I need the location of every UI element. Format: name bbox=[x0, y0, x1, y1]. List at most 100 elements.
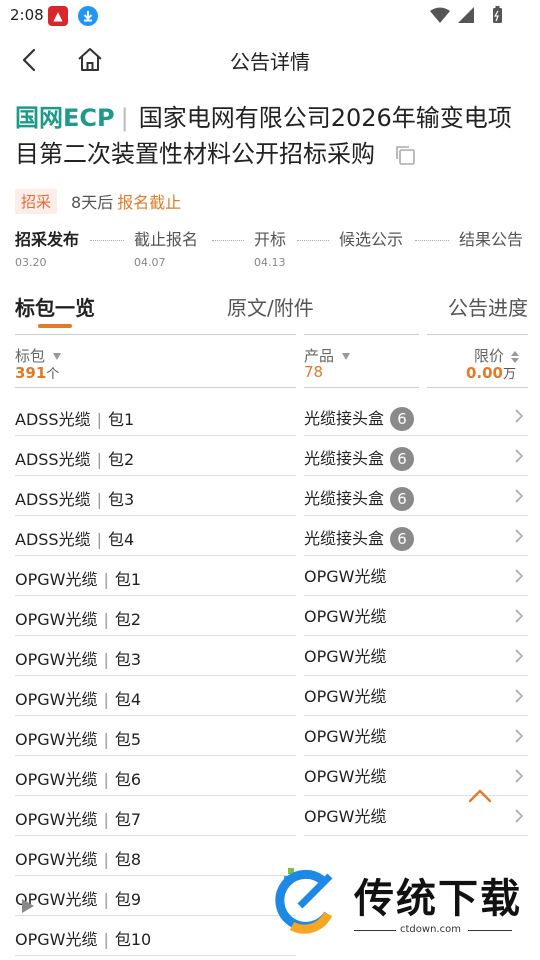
system-status-icons bbox=[430, 6, 502, 23]
progress-timeline: 招采发布 03.20 截止报名 04.07 开标 04.13 候选公示 结果公告 bbox=[0, 226, 540, 282]
active-tab-indicator bbox=[38, 324, 72, 328]
timeline-connector bbox=[212, 240, 244, 241]
notice-meta: 招采 8天后 报名截止 bbox=[15, 188, 181, 214]
row-product: OPGW光缆 bbox=[304, 807, 387, 826]
category-badge: 招采 bbox=[15, 188, 58, 214]
table-row[interactable]: ADSS光缆 | 包3 光缆接头盒 6 bbox=[0, 476, 540, 516]
row-divider bbox=[15, 955, 296, 956]
timeline-connector bbox=[297, 240, 329, 241]
tab-packages[interactable]: 标包一览 bbox=[15, 292, 95, 321]
filter-bar: 标包 391个 产品 78 限价 0.00万 bbox=[0, 334, 540, 388]
notice-headline: 国网ECP | 国家电网有限公司2026年输变电项目第二次装置性材料公开招标采购 bbox=[15, 100, 530, 172]
row-package-number: 包4 bbox=[107, 530, 135, 549]
row-package-number: 包7 bbox=[114, 810, 142, 829]
row-package-name: ADSS光缆 bbox=[15, 410, 91, 429]
tab-bar: 标包一览 原文/附件 公告进度 bbox=[0, 284, 540, 332]
table-row[interactable]: OPGW光缆 | 包5 OPGW光缆 bbox=[0, 716, 540, 756]
row-package-name: ADSS光缆 bbox=[15, 490, 91, 509]
timeline-date-deadline: 04.07 bbox=[134, 256, 166, 269]
row-package-name: OPGW光缆 bbox=[15, 770, 98, 789]
table-row[interactable]: OPGW光缆 | 包4 OPGW光缆 bbox=[0, 676, 540, 716]
chevron-right-icon bbox=[515, 649, 524, 663]
row-package-name: OPGW光缆 bbox=[15, 690, 98, 709]
row-product: 光缆接头盒 bbox=[304, 409, 385, 428]
row-count-badge: 6 bbox=[390, 447, 415, 471]
row-product: OPGW光缆 bbox=[304, 647, 387, 666]
row-product: 光缆接头盒 bbox=[304, 449, 385, 468]
timeline-stage-candidates: 候选公示 bbox=[339, 230, 404, 249]
download-icon bbox=[78, 6, 98, 26]
chevron-right-icon bbox=[515, 769, 524, 783]
scroll-to-top-icon[interactable] bbox=[466, 786, 494, 806]
row-package-number: 包4 bbox=[114, 690, 142, 709]
row-package-number: 包1 bbox=[107, 410, 135, 429]
deadline-status: 报名截止 bbox=[117, 193, 182, 212]
chevron-right-icon bbox=[515, 569, 524, 583]
row-package-name: OPGW光缆 bbox=[15, 570, 98, 589]
row-package-name: OPGW光缆 bbox=[15, 610, 98, 629]
row-count-badge: 6 bbox=[390, 407, 415, 431]
funnel-icon bbox=[342, 353, 351, 360]
price-unit: 万 bbox=[502, 367, 516, 382]
app-notification-icon: ▲ bbox=[48, 6, 68, 26]
copy-icon[interactable] bbox=[393, 143, 417, 167]
price-filter[interactable]: 限价 0.00万 bbox=[427, 334, 528, 388]
row-package-number: 包1 bbox=[114, 570, 142, 589]
row-package-number: 包10 bbox=[114, 930, 152, 949]
row-product: 光缆接头盒 bbox=[304, 489, 385, 508]
row-package-number: 包2 bbox=[107, 450, 135, 469]
timeline-stage-opening: 开标 bbox=[254, 230, 287, 249]
watermark: 传统下载 ctdown.com bbox=[262, 862, 532, 942]
chevron-right-icon bbox=[515, 529, 524, 543]
table-row[interactable]: ADSS光缆 | 包2 光缆接头盒 6 bbox=[0, 436, 540, 476]
watermark-rule bbox=[468, 930, 512, 931]
days-left: 8天后 bbox=[71, 193, 114, 212]
table-row[interactable]: OPGW光缆 | 包2 OPGW光缆 bbox=[0, 596, 540, 636]
row-package-number: 包6 bbox=[114, 770, 142, 789]
watermark-title: 传统下载 bbox=[354, 876, 522, 922]
timeline-date-opening: 04.13 bbox=[254, 256, 286, 269]
chevron-right-icon bbox=[515, 409, 524, 423]
row-package-number: 包5 bbox=[114, 730, 142, 749]
brand-separator: | bbox=[120, 104, 129, 132]
row-product: OPGW光缆 bbox=[304, 607, 387, 626]
table-row[interactable]: OPGW光缆 | 包1 OPGW光缆 bbox=[0, 556, 540, 596]
row-product: OPGW光缆 bbox=[304, 767, 387, 786]
row-package-name: ADSS光缆 bbox=[15, 530, 91, 549]
row-package-name: OPGW光缆 bbox=[15, 850, 98, 869]
brand-label: 国网ECP bbox=[15, 104, 115, 132]
table-row[interactable]: OPGW光缆 | 包6 OPGW光缆 bbox=[0, 756, 540, 796]
table-row[interactable]: OPGW光缆 | 包3 OPGW光缆 bbox=[0, 636, 540, 676]
funnel-icon bbox=[53, 353, 62, 360]
row-package-number: 包8 bbox=[114, 850, 142, 869]
row-package-number: 包3 bbox=[107, 490, 135, 509]
watermark-url: ctdown.com bbox=[400, 924, 461, 935]
chevron-right-icon bbox=[515, 449, 524, 463]
row-package-name: OPGW光缆 bbox=[15, 650, 98, 669]
row-package-number: 包2 bbox=[114, 610, 142, 629]
row-package-name: OPGW光缆 bbox=[15, 730, 98, 749]
timeline-stage-result: 结果公告 bbox=[459, 230, 524, 249]
row-product: OPGW光缆 bbox=[304, 567, 387, 586]
product-filter[interactable]: 产品 78 bbox=[304, 334, 419, 388]
product-count: 78 bbox=[304, 363, 324, 381]
package-filter[interactable]: 标包 391个 bbox=[15, 334, 296, 388]
table-row[interactable]: ADSS光缆 | 包4 光缆接头盒 6 bbox=[0, 516, 540, 556]
status-time: 2:08 bbox=[10, 6, 44, 24]
timeline-stage-published: 招采发布 bbox=[15, 230, 80, 249]
row-product: 光缆接头盒 bbox=[304, 529, 385, 548]
tab-progress[interactable]: 公告进度 bbox=[448, 292, 528, 321]
timeline-date-published: 03.20 bbox=[15, 256, 47, 269]
chevron-right-icon bbox=[515, 609, 524, 623]
page-title: 公告详情 bbox=[230, 50, 310, 74]
top-navigation-bar: 公告详情 bbox=[0, 34, 540, 84]
table-row[interactable]: ADSS光缆 | 包1 光缆接头盒 6 bbox=[0, 396, 540, 436]
tab-attachments[interactable]: 原文/附件 bbox=[227, 292, 314, 321]
package-count-unit: 个 bbox=[46, 367, 60, 382]
status-bar: 2:08 ▲ bbox=[0, 0, 540, 30]
sort-icon bbox=[511, 350, 519, 363]
table-row[interactable]: OPGW光缆 | 包7 OPGW光缆 bbox=[0, 796, 540, 836]
row-package-name: OPGW光缆 bbox=[15, 930, 98, 949]
row-product: OPGW光缆 bbox=[304, 727, 387, 746]
chevron-right-icon bbox=[515, 689, 524, 703]
